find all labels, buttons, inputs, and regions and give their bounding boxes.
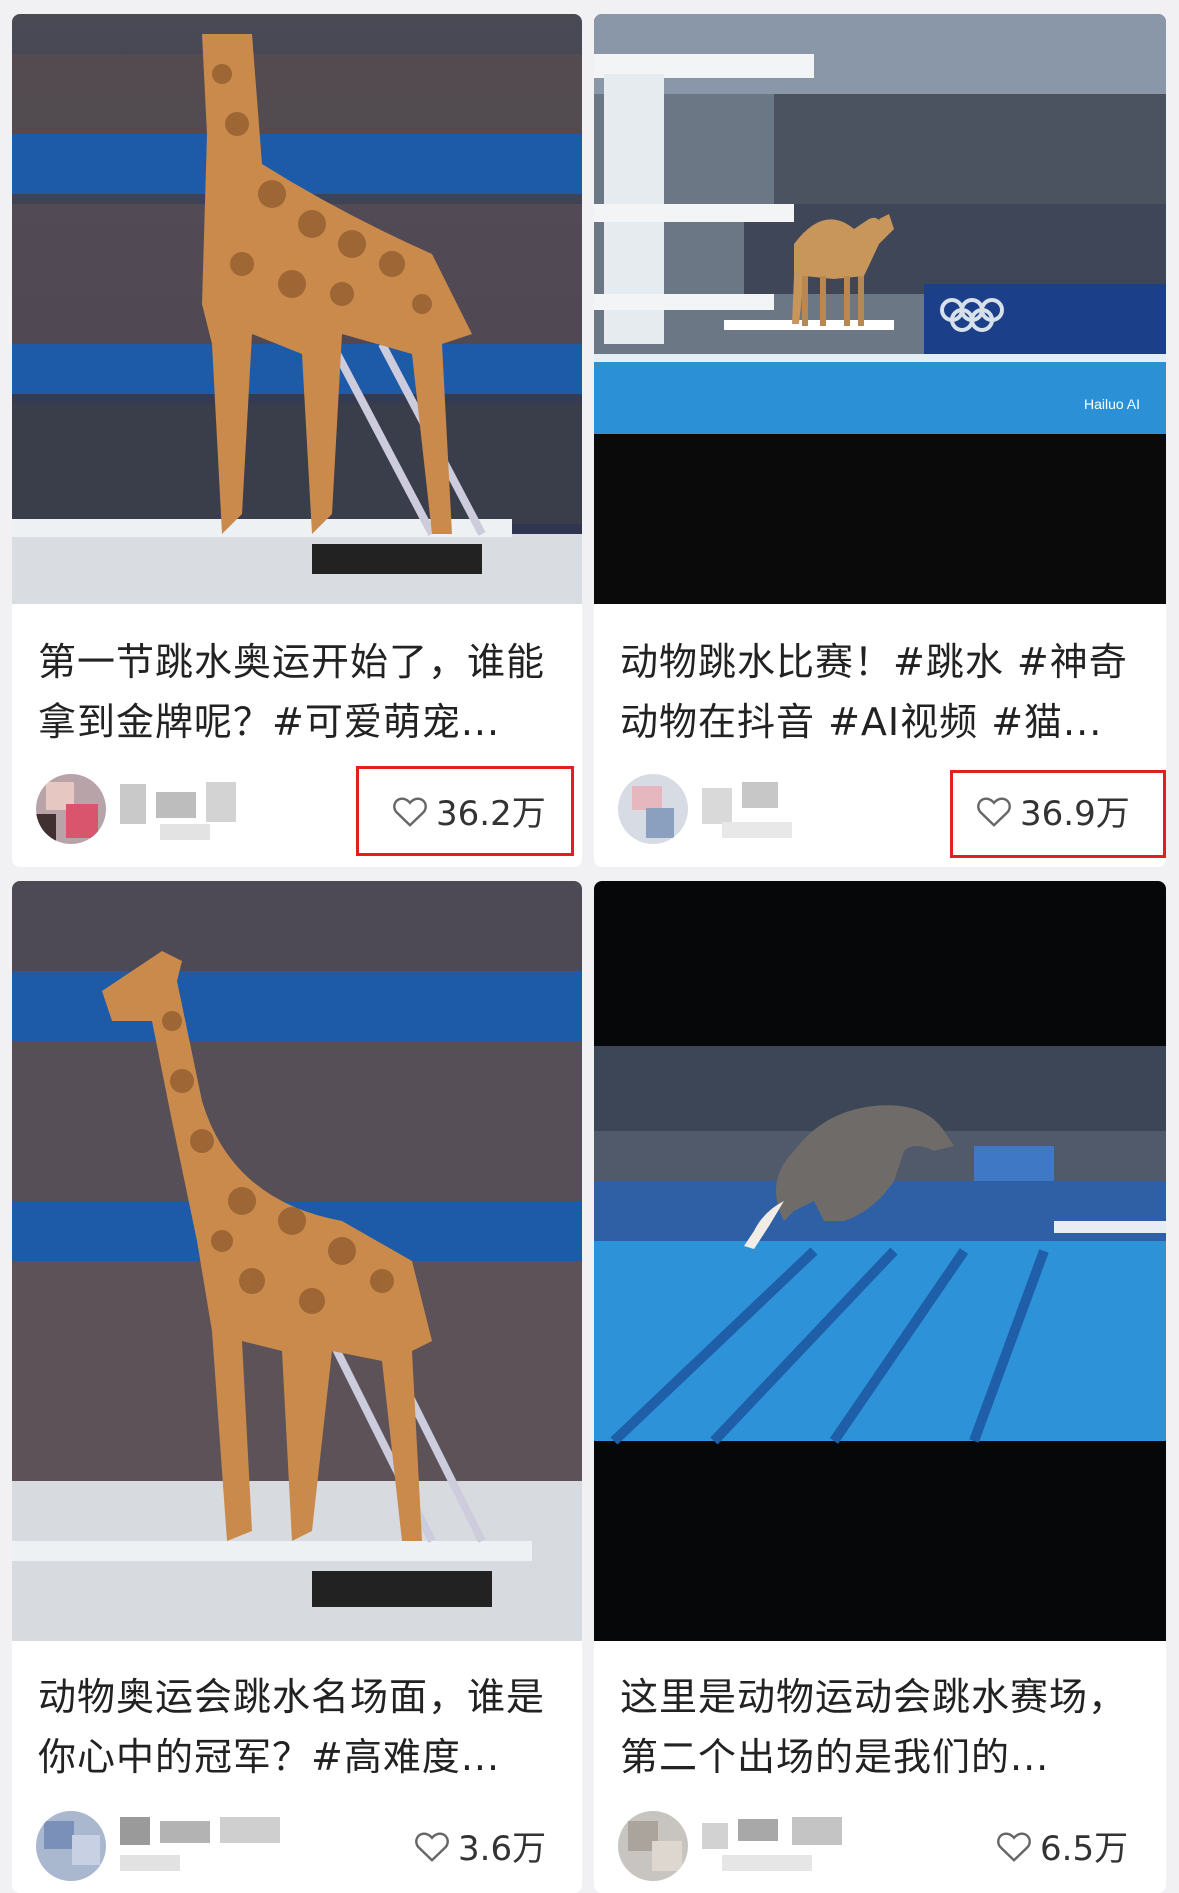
giraffe-diving-image	[12, 881, 582, 1641]
like-count[interactable]: 3.6万	[414, 1821, 546, 1870]
author-info[interactable]	[618, 774, 842, 844]
like-count[interactable]: 6.5万	[996, 1821, 1128, 1870]
video-title[interactable]: 动物奥运会跳水名场面，谁是你心中的冠军？#高难度...	[38, 1667, 556, 1787]
watermark-text: Hailuo AI	[1084, 396, 1140, 412]
elephant-diving-image	[594, 881, 1166, 1641]
like-count-highlight-box	[356, 766, 574, 856]
video-card-1[interactable]: 第一节跳水奥运开始了，谁能拿到金牌呢？#可爱萌宠... 36.2万	[12, 14, 582, 867]
author-info[interactable]	[36, 774, 260, 844]
author-name-blurred	[702, 774, 842, 844]
heart-outline-icon	[997, 1831, 1031, 1862]
avatar[interactable]	[36, 1811, 106, 1881]
avatar[interactable]	[618, 1811, 688, 1881]
camel-diving-image: Hailuo AI	[594, 14, 1166, 604]
video-thumbnail-giraffe-diving-2[interactable]	[12, 881, 582, 1641]
author-name-blurred	[702, 1811, 902, 1881]
like-count-highlight-box	[950, 770, 1166, 858]
author-name-blurred	[120, 1811, 320, 1881]
video-thumbnail-elephant-diving[interactable]	[594, 881, 1166, 1641]
video-title[interactable]: 动物跳水比赛！#跳水 #神奇动物在抖音 #AI视频 #猫...	[620, 632, 1140, 752]
avatar[interactable]	[618, 774, 688, 844]
like-count-text: 3.6万	[458, 1829, 547, 1869]
like-count-text: 6.5万	[1040, 1829, 1129, 1869]
heart-outline-icon	[415, 1831, 449, 1862]
author-name-blurred	[120, 774, 260, 844]
video-card-3[interactable]: 动物奥运会跳水名场面，谁是你心中的冠军？#高难度... 3.6万	[12, 881, 582, 1893]
video-thumbnail-giraffe-diving[interactable]	[12, 14, 582, 604]
video-title[interactable]: 第一节跳水奥运开始了，谁能拿到金牌呢？#可爱萌宠...	[38, 632, 556, 752]
video-thumbnail-camel-diving[interactable]: Hailuo AI	[594, 14, 1166, 604]
author-info[interactable]	[36, 1811, 320, 1881]
video-title[interactable]: 这里是动物运动会跳水赛场，第二个出场的是我们的...	[620, 1667, 1140, 1787]
video-card-2[interactable]: Hailuo AI 动物跳水比赛！#跳水 #神奇动物在抖音 #AI视频 #猫..…	[594, 14, 1166, 867]
giraffe-diving-image	[12, 14, 582, 604]
author-info[interactable]	[618, 1811, 902, 1881]
avatar[interactable]	[36, 774, 106, 844]
video-card-4[interactable]: 这里是动物运动会跳水赛场，第二个出场的是我们的... 6.5万	[594, 881, 1166, 1893]
